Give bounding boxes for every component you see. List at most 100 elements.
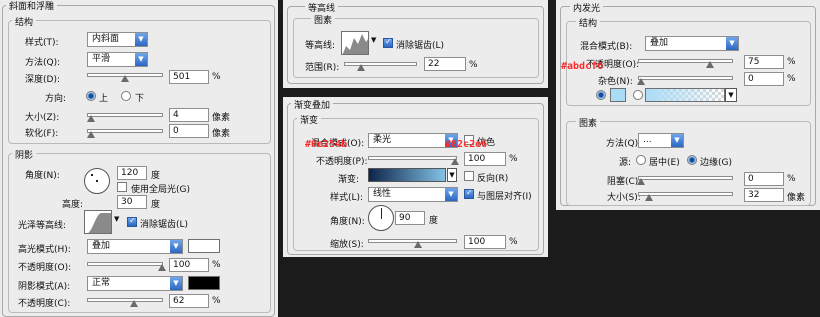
soften-input[interactable]: 0 [169, 124, 209, 138]
chevron-down-icon: ▼ [170, 240, 182, 253]
choke-input[interactable]: 0 [744, 172, 784, 186]
shadow-mode-select[interactable]: 正常 ▼ [87, 276, 183, 291]
glow-size-label: 大小(S): [607, 193, 641, 203]
soften-unit: 像素 [212, 129, 231, 139]
gradient-opacity-input[interactable]: 100 [464, 152, 506, 166]
noise-slider-handle[interactable] [637, 78, 645, 85]
highlight-opacity-slider[interactable] [87, 262, 163, 266]
contour-antialias-checkbox[interactable] [383, 37, 393, 48]
contour-curve-icon [342, 34, 368, 54]
angle-dial-dot-icon [91, 174, 93, 176]
soften-slider[interactable] [87, 129, 163, 133]
shadow-color-swatch[interactable] [188, 276, 220, 290]
glow-gradient-dropdown-icon[interactable]: ▼ [725, 88, 737, 102]
gradient-scale-input[interactable]: 100 [464, 235, 506, 249]
gradient-scale-handle[interactable] [414, 241, 422, 248]
angle-dial[interactable] [84, 168, 110, 194]
align-with-layer-checkbox[interactable] [464, 188, 474, 199]
glow-size-unit: 像素 [787, 193, 806, 203]
range-input[interactable]: 22 [424, 57, 466, 71]
gradient-preview-bar[interactable] [368, 168, 446, 182]
highlight-opacity-input[interactable]: 100 [169, 258, 209, 272]
noise-slider[interactable] [638, 76, 733, 80]
size-label: 大小(Z): [25, 113, 60, 123]
antialias-checkbox[interactable] [127, 216, 137, 227]
gradient-opacity-handle[interactable] [451, 158, 459, 165]
gradient-angle-label: 角度(N): [330, 217, 365, 227]
noise-label: 杂色(N): [598, 77, 633, 87]
glow-gradient-swatch[interactable] [645, 88, 725, 102]
chevron-down-icon: ▼ [726, 37, 738, 50]
size-input[interactable]: 4 [169, 108, 209, 122]
choke-slider[interactable] [638, 176, 733, 180]
inner-glow-opacity-slider[interactable] [638, 59, 733, 63]
gradient-color-radio[interactable] [633, 90, 643, 100]
glow-size-input[interactable]: 32 [744, 188, 784, 202]
gradient-scale-slider[interactable] [368, 239, 457, 243]
highlight-mode-select[interactable]: 叠加 ▼ [87, 239, 183, 254]
gradient-style-value: 线性 [373, 189, 392, 199]
depth-input[interactable]: 501 [169, 70, 209, 84]
gradient-scale-unit: % [509, 237, 518, 247]
source-edge-radio[interactable] [687, 155, 697, 165]
global-light-checkbox[interactable] [117, 182, 127, 192]
shadow-mode-value: 正常 [92, 278, 111, 288]
contour-curve-icon [88, 213, 111, 233]
gloss-contour-dropdown-icon[interactable]: ▼ [114, 215, 119, 223]
gradient-opacity-slider[interactable] [368, 156, 457, 160]
shadow-opacity-handle[interactable] [130, 300, 138, 307]
highlight-opacity-handle[interactable] [158, 264, 166, 271]
choke-slider-handle[interactable] [637, 178, 645, 185]
altitude-input[interactable]: 30 [117, 195, 147, 209]
source-center-radio[interactable] [636, 155, 646, 165]
gradient-dropdown-icon[interactable]: ▼ [447, 168, 457, 182]
range-slider-handle[interactable] [357, 64, 365, 71]
gradient-angle-input[interactable]: 90 [395, 211, 425, 225]
gloss-contour-label: 光泽等高线: [18, 221, 67, 231]
noise-input[interactable]: 0 [744, 72, 784, 86]
highlight-mode-value: 叠加 [92, 241, 111, 251]
style-select[interactable]: 内斜面 ▼ [87, 32, 148, 47]
size-slider-handle[interactable] [87, 115, 95, 122]
soften-label: 软化(F): [25, 129, 59, 139]
inner-glow-opacity-handle[interactable] [706, 61, 714, 68]
direction-label: 方向: [45, 94, 67, 104]
shading-title: 阴影 [12, 148, 37, 161]
source-center-label: 居中(E) [649, 158, 680, 168]
angle-input[interactable]: 120 [117, 166, 147, 180]
highlight-color-swatch[interactable] [188, 239, 220, 253]
range-unit: % [469, 60, 478, 70]
highlight-mode-label: 高光模式(H): [18, 245, 71, 255]
altitude-label: 高度: [62, 200, 84, 210]
depth-label: 深度(D): [25, 75, 60, 85]
contour-preview[interactable] [341, 31, 369, 55]
depth-slider-handle[interactable] [121, 75, 129, 82]
direction-down-radio[interactable] [121, 91, 131, 101]
gradient-style-select[interactable]: 线性 ▼ [368, 187, 458, 202]
gloss-contour-preview[interactable] [84, 210, 112, 234]
reverse-checkbox[interactable] [464, 171, 474, 181]
align-with-layer-label: 与图层对齐(I) [477, 192, 532, 202]
gradient-group-title: 渐变 [297, 113, 322, 126]
inner-glow-blend-select[interactable]: 叠加 ▼ [645, 36, 739, 51]
shadow-opacity-input[interactable]: 62 [169, 294, 209, 308]
inner-glow-opacity-input[interactable]: 75 [744, 55, 784, 69]
range-slider[interactable] [344, 62, 417, 66]
size-slider[interactable] [87, 113, 163, 117]
inner-glow-technique-select[interactable]: ... ▼ [638, 133, 684, 148]
gradient-angle-unit: 度 [429, 216, 439, 226]
glow-size-slider-handle[interactable] [645, 194, 653, 201]
solid-color-radio[interactable] [596, 90, 606, 100]
shadow-opacity-slider[interactable] [87, 298, 163, 302]
gradient-angle-dial[interactable] [368, 205, 394, 231]
style-label: 样式(T): [25, 38, 59, 48]
noise-unit: % [787, 74, 796, 84]
gradient-end-hex: #82c2e6 [445, 139, 488, 150]
inner-glow-opacity-unit: % [787, 57, 796, 67]
glow-color-swatch[interactable] [610, 88, 626, 102]
direction-up-radio[interactable] [86, 91, 96, 101]
soften-slider-handle[interactable] [87, 131, 95, 138]
technique-select[interactable]: 平滑 ▼ [87, 52, 148, 67]
contour-dropdown-icon[interactable]: ▼ [371, 36, 376, 44]
direction-down-label: 下 [135, 94, 145, 104]
